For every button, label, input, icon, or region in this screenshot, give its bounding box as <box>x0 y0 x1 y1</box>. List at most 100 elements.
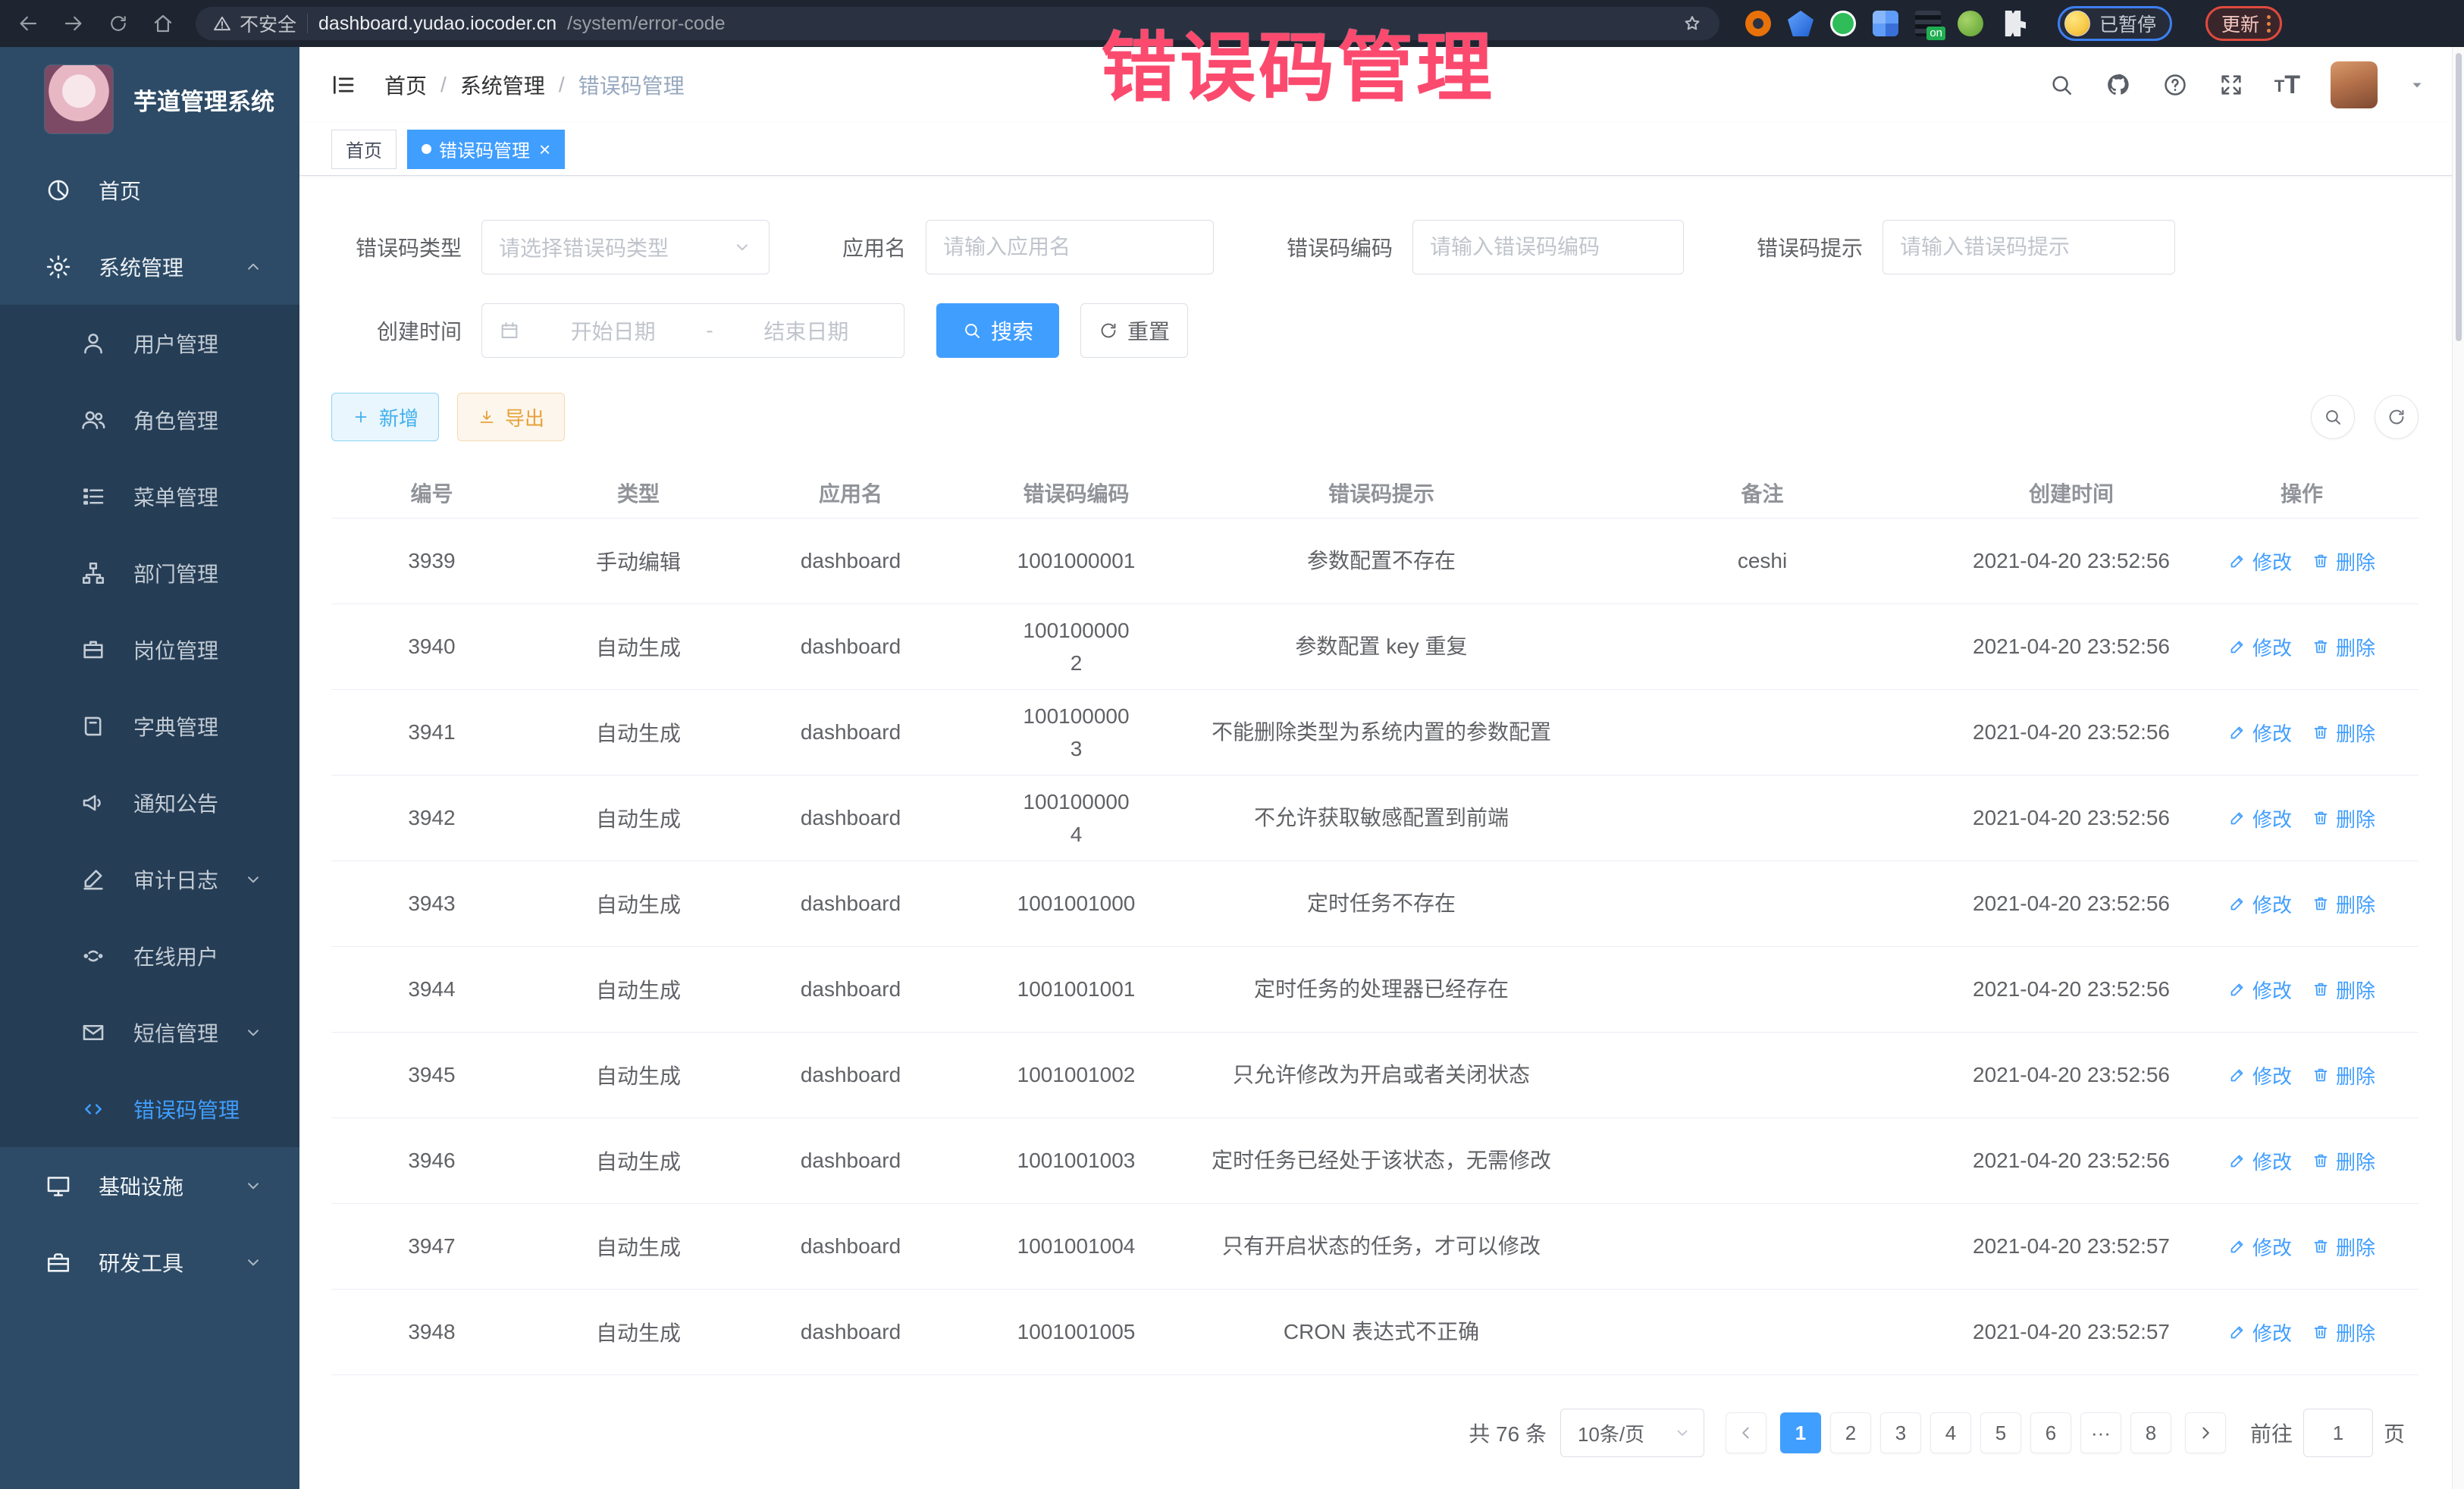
reset-button[interactable]: 重置 <box>1080 303 1188 358</box>
error-code-field[interactable] <box>1412 220 1684 274</box>
delete-link[interactable]: 删除 <box>2312 890 2375 918</box>
next-page-button[interactable] <box>2185 1412 2226 1453</box>
address-bar[interactable]: 不安全 dashboard.yudao.iocoder.cn/system/er… <box>196 7 1719 40</box>
delete-link[interactable]: 删除 <box>2312 1318 2375 1346</box>
fullscreen-icon[interactable] <box>2218 72 2244 98</box>
app-logo-row[interactable]: 芋道管理系统 <box>0 47 299 152</box>
page-button[interactable]: 1 <box>1780 1412 1821 1453</box>
edit-link[interactable]: 修改 <box>2228 1233 2292 1261</box>
goto-page-input[interactable] <box>2303 1409 2373 1457</box>
app-name-input[interactable] <box>943 235 1196 259</box>
sidebar-item[interactable]: 岗位管理 <box>0 611 299 688</box>
breadcrumb-item[interactable]: 系统管理 <box>460 70 545 100</box>
edit-link[interactable]: 修改 <box>2228 1147 2292 1175</box>
sidebar-item[interactable]: 短信管理 <box>0 994 299 1071</box>
error-hint-field[interactable] <box>1882 220 2175 274</box>
column-header: 创建时间 <box>1958 478 2185 508</box>
edit-link[interactable]: 修改 <box>2228 547 2292 575</box>
refresh-table-button[interactable] <box>2375 395 2419 439</box>
sidebar-item[interactable]: 基础设施 <box>0 1147 299 1224</box>
date-range-picker[interactable]: 开始日期 - 结束日期 <box>481 303 904 358</box>
browser-update-button[interactable]: 更新 <box>2205 6 2282 41</box>
column-header: 错误码编码 <box>957 478 1196 508</box>
user-avatar[interactable] <box>2331 61 2378 108</box>
page-button[interactable]: 8 <box>2130 1412 2171 1453</box>
sidebar-item[interactable]: 用户管理 <box>0 305 299 381</box>
delete-link[interactable]: 删除 <box>2312 633 2375 661</box>
font-size-icon[interactable]: TT <box>2274 74 2300 97</box>
help-icon[interactable] <box>2162 72 2188 98</box>
extension-icon[interactable] <box>1958 11 1983 36</box>
app-name-field[interactable] <box>926 220 1214 274</box>
avatar-caret-icon[interactable] <box>2408 76 2426 94</box>
home-button[interactable] <box>152 12 174 35</box>
page-button[interactable]: 3 <box>1880 1412 1921 1453</box>
edit-link[interactable]: 修改 <box>2228 976 2292 1004</box>
profile-avatar <box>2064 11 2090 36</box>
delete-link[interactable]: 删除 <box>2312 719 2375 747</box>
sidebar-collapse-button[interactable] <box>330 71 357 99</box>
page-scrollbar[interactable] <box>2452 47 2464 1489</box>
edit-link[interactable]: 修改 <box>2228 1061 2292 1089</box>
delete-link[interactable]: 删除 <box>2312 1233 2375 1261</box>
sidebar-item[interactable]: 菜单管理 <box>0 458 299 534</box>
delete-link[interactable]: 删除 <box>2312 1061 2375 1089</box>
extensions-puzzle-icon[interactable] <box>2000 11 2026 36</box>
edit-link[interactable]: 修改 <box>2228 804 2292 832</box>
sidebar-item[interactable]: 角色管理 <box>0 381 299 458</box>
edit-link[interactable]: 修改 <box>2228 1318 2292 1346</box>
page-button[interactable]: 5 <box>1980 1412 2021 1453</box>
page-size-select[interactable]: 10条/页 <box>1560 1409 1704 1457</box>
reload-button[interactable] <box>108 13 129 34</box>
error-hint-input[interactable] <box>1900 235 2158 259</box>
delete-link[interactable]: 删除 <box>2312 547 2375 575</box>
table-row: 3944 自动生成 dashboard 1001001001 定时任务的处理器已… <box>331 947 2419 1033</box>
sidebar-item[interactable]: 字典管理 <box>0 688 299 764</box>
sidebar-item[interactable]: 在线用户 <box>0 917 299 994</box>
page-ellipsis[interactable]: ··· <box>2080 1412 2121 1453</box>
edit-link[interactable]: 修改 <box>2228 633 2292 661</box>
extension-icon[interactable] <box>1745 11 1771 36</box>
scrollbar-thumb[interactable] <box>2456 53 2462 341</box>
edit-link[interactable]: 修改 <box>2228 719 2292 747</box>
cell-actions: 修改 删除 <box>2185 976 2419 1004</box>
breadcrumb-item[interactable]: 首页 <box>384 70 427 100</box>
page-button[interactable]: 2 <box>1830 1412 1871 1453</box>
sidebar-item[interactable]: 审计日志 <box>0 841 299 917</box>
extension-icon[interactable] <box>1830 11 1856 36</box>
extension-icon[interactable]: on <box>1915 11 1941 36</box>
edit-link[interactable]: 修改 <box>2228 890 2292 918</box>
browser-profile-chip[interactable]: 已暂停 <box>2058 6 2172 41</box>
view-tag[interactable]: 错误码管理 × <box>407 130 565 169</box>
close-tag-icon[interactable]: × <box>539 139 550 159</box>
sidebar-item[interactable]: 研发工具 <box>0 1224 299 1300</box>
bookmark-star-icon[interactable] <box>1682 13 1703 34</box>
sidebar-item[interactable]: 通知公告 <box>0 764 299 841</box>
forward-button[interactable] <box>62 12 85 35</box>
browser-menu-icon[interactable] <box>2267 15 2271 33</box>
prev-page-button[interactable] <box>1726 1412 1766 1453</box>
sidebar-item-label: 岗位管理 <box>133 635 218 665</box>
delete-link[interactable]: 删除 <box>2312 1147 2375 1175</box>
export-button[interactable]: 导出 <box>457 393 565 441</box>
search-button[interactable]: 搜索 <box>936 303 1059 358</box>
github-icon[interactable] <box>2105 71 2132 99</box>
delete-link[interactable]: 删除 <box>2312 804 2375 832</box>
add-button[interactable]: 新增 <box>331 393 439 441</box>
error-type-select[interactable]: 请选择错误码类型 <box>481 220 770 274</box>
page-button[interactable]: 4 <box>1930 1412 1971 1453</box>
sidebar-item[interactable]: 错误码管理 <box>0 1071 299 1147</box>
back-button[interactable] <box>17 12 39 35</box>
extension-icon[interactable] <box>1788 11 1814 36</box>
header-search-icon[interactable] <box>2049 72 2074 98</box>
page-button[interactable]: 6 <box>2030 1412 2071 1453</box>
extension-icon[interactable] <box>1873 11 1898 36</box>
security-chip[interactable]: 不安全 <box>212 10 296 37</box>
sidebar-item[interactable]: 部门管理 <box>0 534 299 611</box>
delete-link[interactable]: 删除 <box>2312 976 2375 1004</box>
toggle-search-button[interactable] <box>2311 395 2355 439</box>
error-code-input[interactable] <box>1430 235 1666 259</box>
view-tag[interactable]: 首页 <box>331 130 397 169</box>
sidebar-item[interactable]: 首页 <box>0 152 299 228</box>
sidebar-item[interactable]: 系统管理 <box>0 228 299 305</box>
